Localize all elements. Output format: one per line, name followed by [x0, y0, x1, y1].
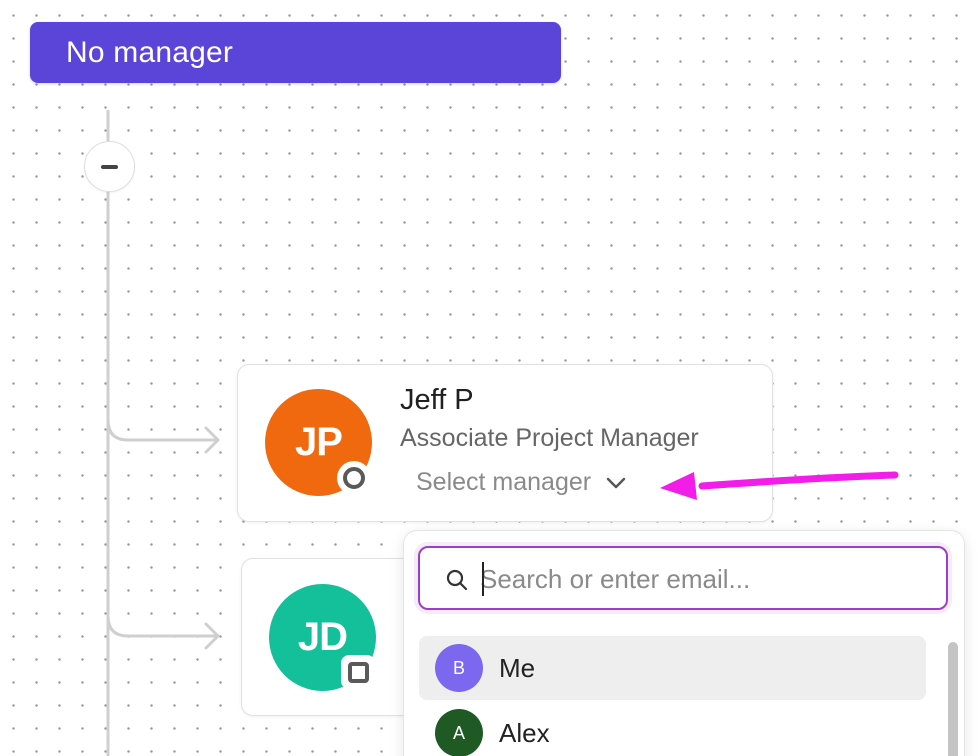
option-label: Alex	[499, 717, 550, 748]
annotation-arrow	[660, 471, 899, 500]
option-avatar-initial: B	[452, 657, 465, 678]
search-input[interactable]	[480, 560, 930, 598]
option-avatar: A	[435, 709, 483, 756]
manager-option-me[interactable]: B Me	[419, 636, 926, 700]
search-field[interactable]	[418, 546, 948, 610]
chevron-down-icon	[606, 477, 626, 488]
minus-icon	[101, 164, 118, 169]
employee-title: Associate Project Manager	[400, 424, 699, 452]
text-caret	[482, 562, 484, 596]
avatar-initials: JP	[295, 420, 343, 464]
employee-name: Jeff P	[400, 384, 474, 416]
root-node-label: No manager	[66, 35, 234, 69]
dropdown-scrollbar[interactable]	[948, 642, 958, 756]
search-icon	[446, 569, 468, 591]
select-manager-label: Select manager	[416, 468, 592, 496]
circle-status-icon	[337, 461, 371, 495]
option-label: Me	[499, 652, 536, 683]
select-manager-dropdown[interactable]: Select manager	[416, 468, 627, 497]
option-avatar: B	[435, 644, 483, 692]
square-status-icon	[341, 655, 375, 689]
collapse-button[interactable]	[84, 141, 135, 192]
root-node-no-manager[interactable]: No manager	[30, 22, 561, 83]
manager-option-alex[interactable]: A Alex	[419, 701, 926, 756]
option-avatar-initial: A	[452, 722, 465, 743]
avatar-initials: JD	[297, 615, 348, 659]
